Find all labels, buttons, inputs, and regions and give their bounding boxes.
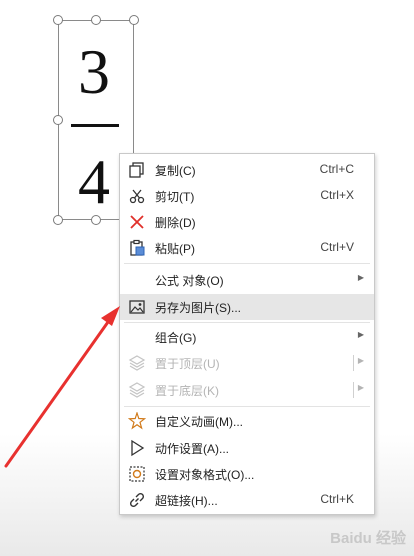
watermark: Baidu 经验 xyxy=(330,530,406,547)
annotation-arrow xyxy=(4,306,120,468)
